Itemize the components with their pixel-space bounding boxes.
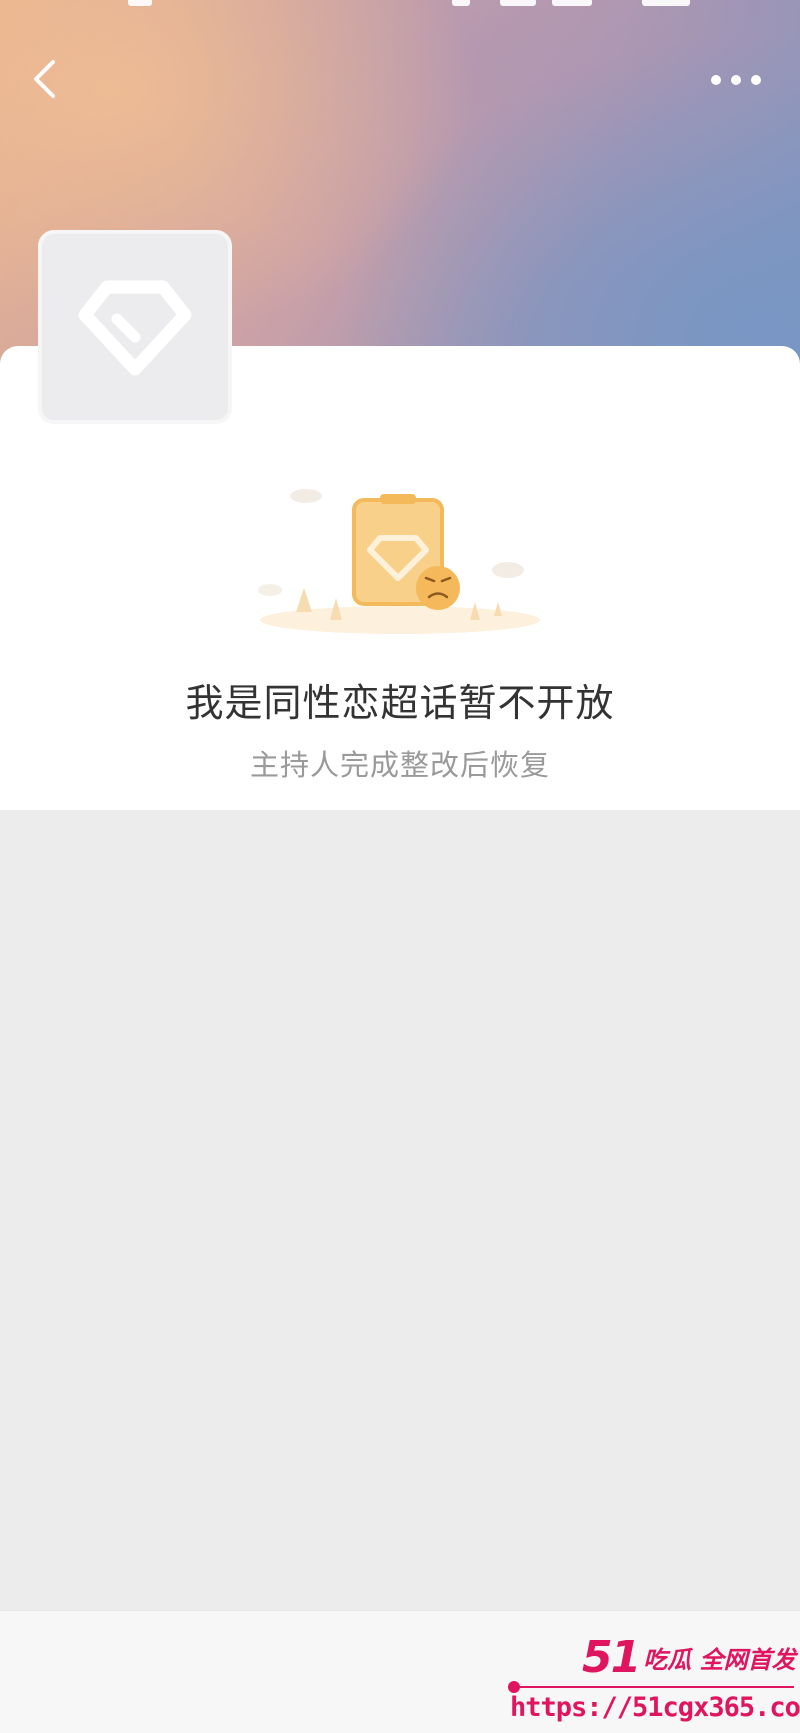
status-indicator — [128, 0, 152, 6]
supertopic-avatar — [38, 230, 232, 424]
content-area — [0, 810, 800, 1610]
status-indicator — [452, 0, 470, 6]
notice-subtitle: 主持人完成整改后恢复 — [249, 748, 550, 782]
chevron-left-icon — [34, 60, 55, 98]
battery-icon — [642, 0, 690, 6]
more-horizontal-icon — [711, 75, 761, 85]
supertopic-page: 我是同性恋超话暂不开放 主持人完成整改后恢复 51 吃瓜 全网首发 https:/… — [0, 0, 800, 1733]
notice-title: 我是同性恋超话暂不开放 — [185, 681, 615, 725]
watermark-url: https://51cgx365.com — [510, 1692, 800, 1723]
watermark-divider — [508, 1686, 794, 1688]
status-bar — [0, 0, 800, 12]
watermark-slogan: 吃瓜 全网首发 — [643, 1646, 796, 1674]
more-button[interactable] — [706, 62, 766, 98]
watermark-number: 51 — [582, 1632, 641, 1683]
diamond-icon — [78, 280, 192, 376]
empty-state-illustration — [240, 470, 560, 640]
watermark-brand: 51 吃瓜 全网首发 — [582, 1632, 796, 1684]
back-button[interactable] — [22, 54, 72, 104]
signal-icon — [500, 0, 536, 6]
signal-icon — [552, 0, 592, 6]
